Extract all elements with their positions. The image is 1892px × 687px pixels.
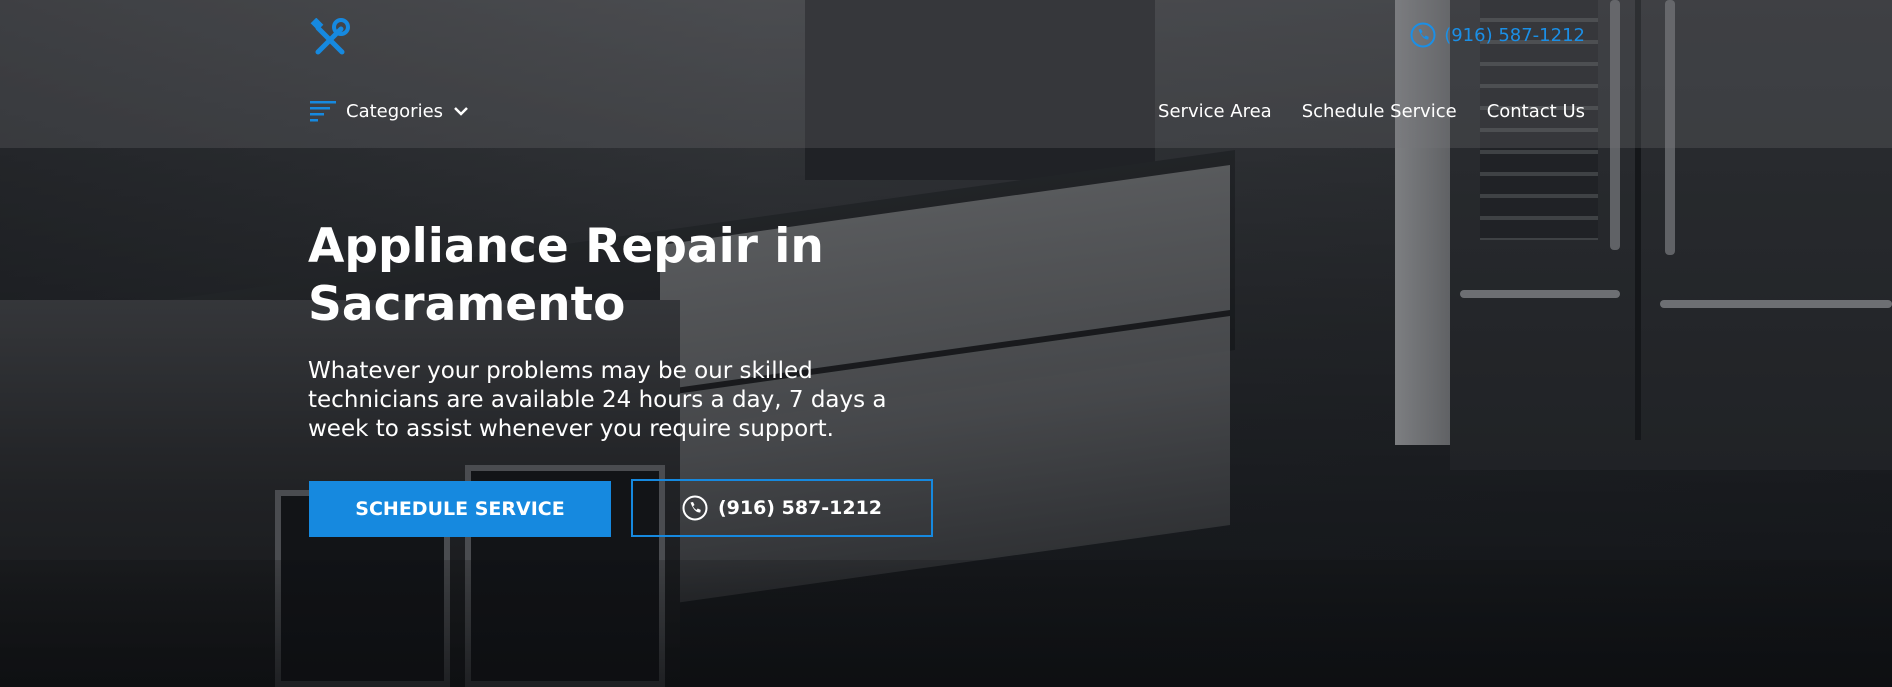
chevron-down-icon bbox=[454, 107, 468, 116]
schedule-service-label: SCHEDULE SERVICE bbox=[355, 498, 565, 520]
tools-icon[interactable] bbox=[310, 17, 350, 58]
categories-dropdown[interactable]: Categories bbox=[310, 100, 469, 122]
menu-icon bbox=[310, 101, 336, 122]
call-phone-label: (916) 587-1212 bbox=[717, 497, 883, 519]
nav-link-schedule-service[interactable]: Schedule Service bbox=[1302, 101, 1457, 122]
call-phone-button[interactable]: (916) 587-1212 bbox=[631, 479, 933, 537]
schedule-service-button[interactable]: SCHEDULE SERVICE bbox=[309, 481, 611, 537]
header-phone-link[interactable]: (916) 587-1212 bbox=[1410, 22, 1585, 48]
nav-link-contact-us[interactable]: Contact Us bbox=[1487, 101, 1585, 122]
hero-section: (916) 587-1212 Categories Service Area S… bbox=[0, 0, 1892, 687]
phone-icon bbox=[682, 495, 708, 521]
nav-links: Service Area Schedule Service Contact Us bbox=[1158, 101, 1585, 122]
main-nav: Categories Service Area Schedule Service… bbox=[310, 96, 1585, 126]
phone-icon bbox=[1410, 22, 1436, 48]
hero-title: Appliance Repair in Sacramento bbox=[308, 219, 824, 332]
categories-label: Categories bbox=[346, 100, 444, 122]
header-phone-number: (916) 587-1212 bbox=[1444, 24, 1585, 46]
hero-subtitle: Whatever your problems may be our skille… bbox=[308, 358, 887, 442]
nav-link-service-area[interactable]: Service Area bbox=[1158, 101, 1272, 122]
